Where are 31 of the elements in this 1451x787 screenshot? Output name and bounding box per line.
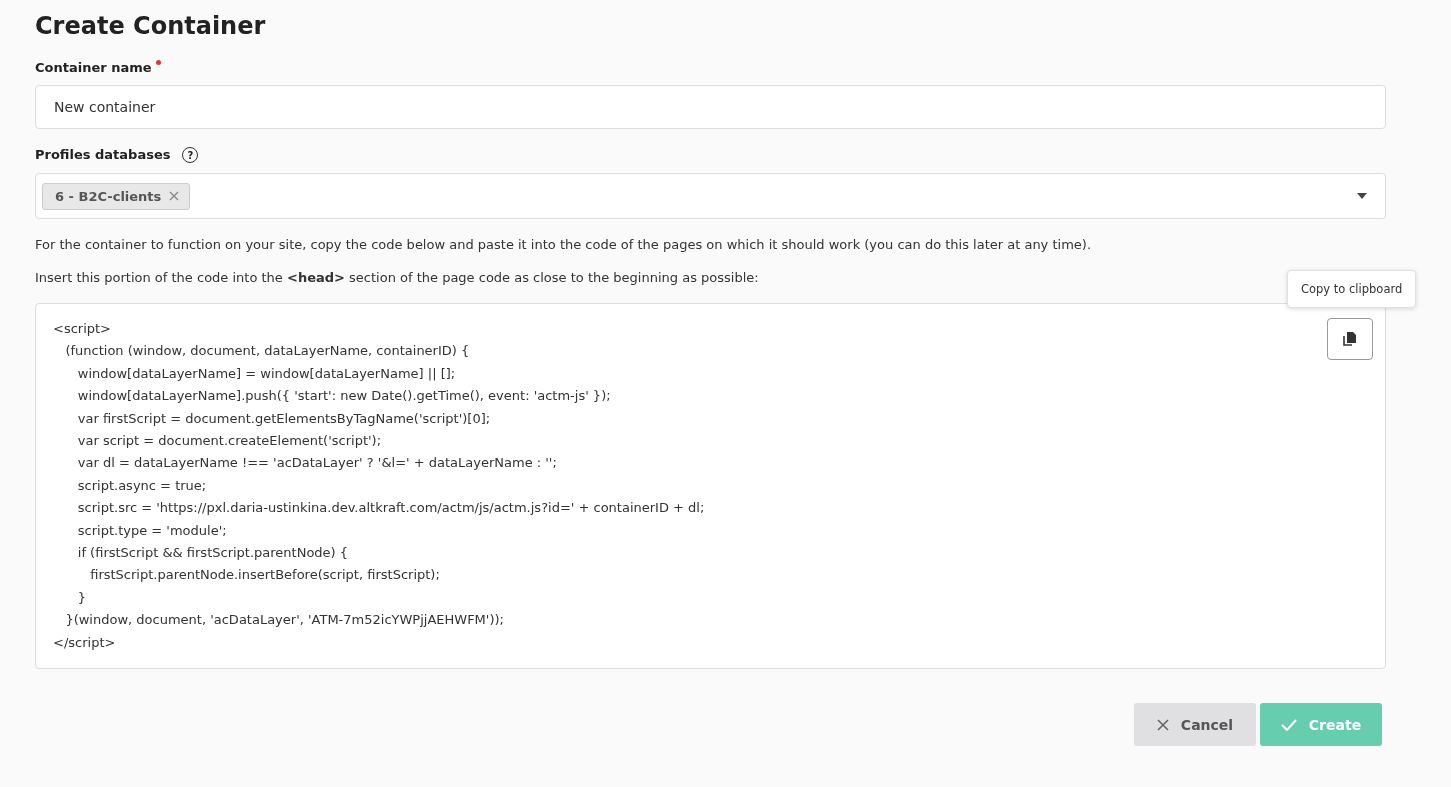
code-line: (function (window, document, dataLayerName, containerID) {: [64, 342, 471, 361]
code-line: if (firstScript && firstScript.parentNode) {: [76, 544, 350, 563]
cancel-button[interactable]: Cancel: [1134, 703, 1256, 747]
code-line: }(window, document, 'acDataLayer', 'ATM-7m52icYWPjjAEHWFM'));: [64, 611, 505, 630]
close-icon: [1156, 718, 1169, 731]
page-title: Create Container: [35, 12, 267, 40]
container-name-field[interactable]: New container: [35, 85, 1386, 129]
code-line: script.type = 'module';: [76, 521, 228, 540]
code-line: var firstScript = document.getElementsByTagName('script')[0];: [76, 409, 492, 428]
code-line: }: [76, 588, 88, 607]
code-line: firstScript.parentNode.insertBefore(script, firstScript);: [89, 566, 441, 585]
description-text: For the container to function on your site, copy the code below and paste it into the code of the pages on which it should work (you can do this later at any time).: [35, 237, 1093, 252]
profiles-select[interactable]: 6 - B2C-clients: [35, 173, 1386, 219]
code-line: window[dataLayerName] = window[dataLayerName] || [];: [76, 364, 457, 383]
code-line: var script = document.createElement('script');: [76, 432, 383, 451]
code-line: var dl = dataLayerName !== 'acDataLayer' ? '&l=' + dataLayerName : '';: [76, 454, 558, 473]
remove-icon[interactable]: [169, 191, 180, 201]
tag-label: 6 - B2C-clients: [55, 188, 162, 204]
code-line: script.src = 'https://pxl.daria-ustinkina.dev.altkraft.com/actm/js/actm.js?id=' + containerID + dl;: [76, 499, 705, 518]
instruction-text: Insert this portion of the code into the <head> section of the page code as close to the beginning as possible:: [35, 270, 760, 285]
check-icon: [1280, 718, 1297, 731]
code-line: script.async = true;: [76, 476, 208, 495]
copy-button[interactable]: [1327, 318, 1373, 360]
code-line: window[dataLayerName].push({ 'start': new Date().getTime(), event: 'actm-js' });: [76, 387, 612, 406]
code-line: <script>: [53, 320, 112, 338]
code-line: </script>: [53, 633, 117, 652]
copy-icon: [1342, 331, 1358, 347]
field-label: Container name: [35, 60, 152, 75]
dropdown-caret-icon: [1357, 193, 1367, 199]
field-label: Profiles databases: [35, 147, 171, 162]
tooltip: Copy to clipboard: [1287, 270, 1417, 308]
